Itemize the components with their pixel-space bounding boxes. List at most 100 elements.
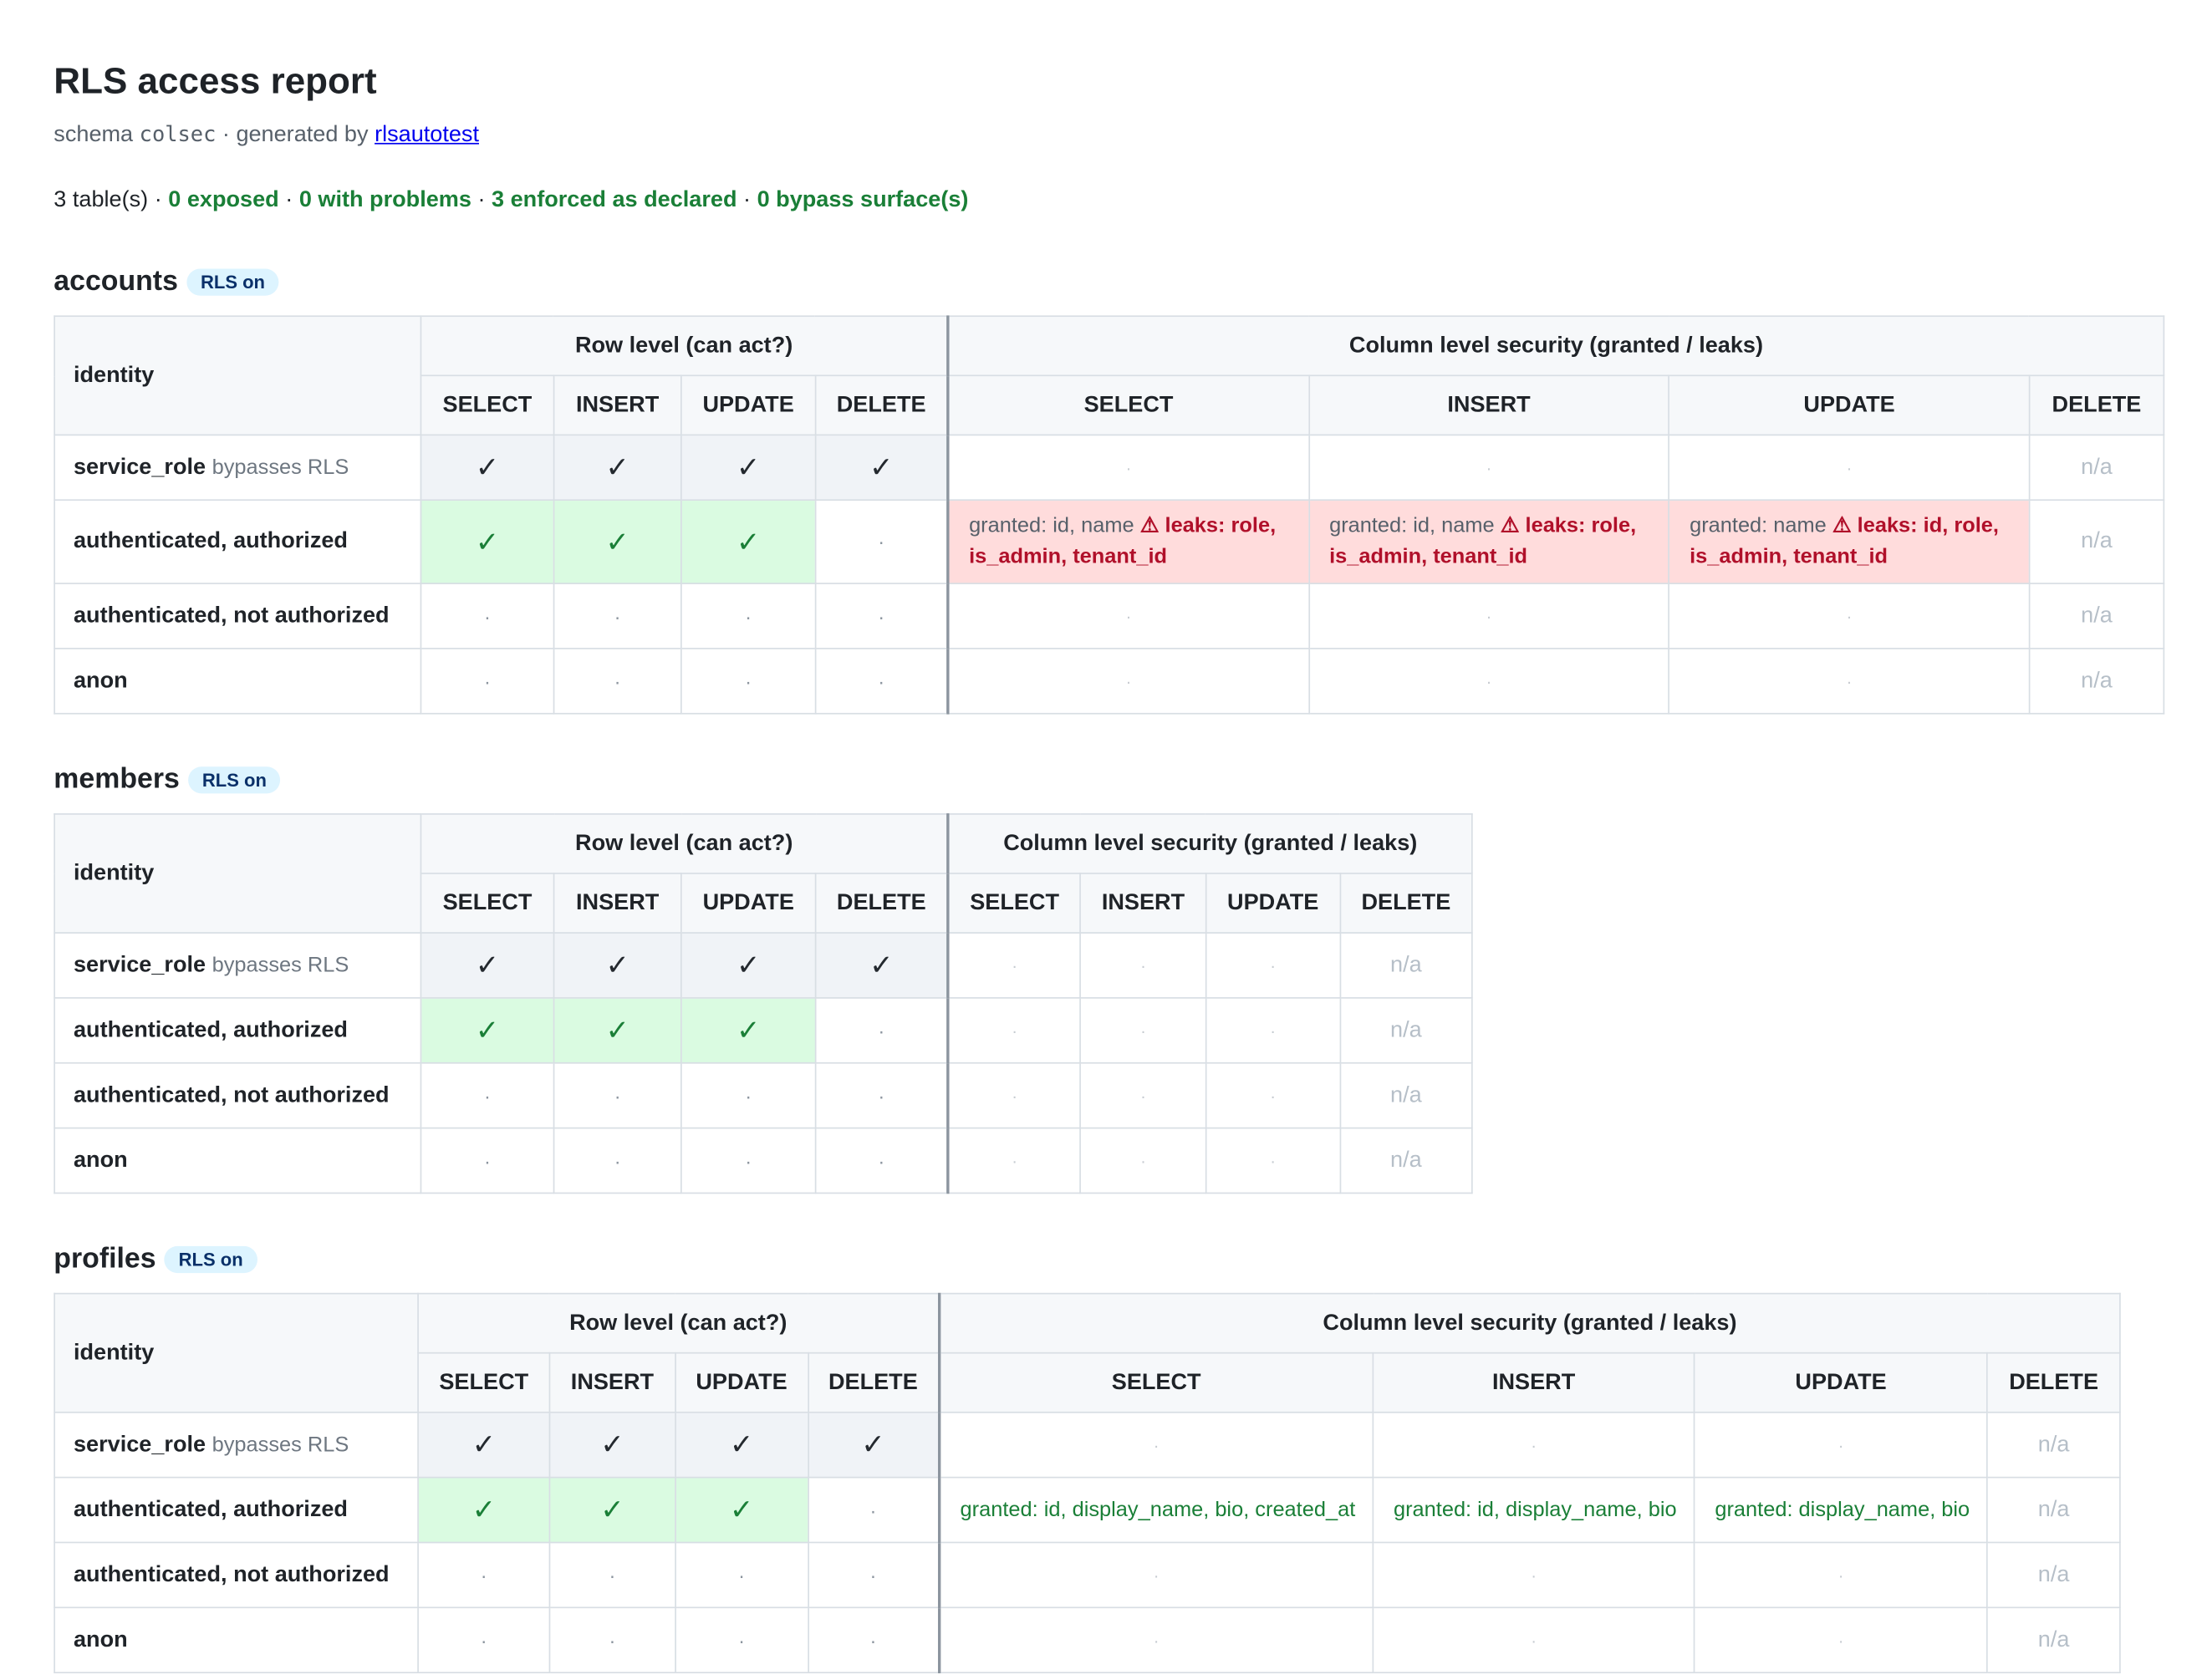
empty-cell: · — [420, 648, 555, 715]
identity-cell: authenticated, authorized — [54, 499, 422, 584]
na-cell: n/a — [2028, 583, 2165, 649]
empty-cell: · — [553, 1127, 682, 1194]
check-cell: ✓ — [680, 997, 817, 1064]
check-cell: ✓ — [814, 434, 950, 501]
empty-cell: · — [1693, 1606, 1989, 1673]
empty-cell: · — [807, 1541, 940, 1609]
check-cell: ✓ — [417, 1411, 551, 1479]
empty-cell: · — [680, 583, 817, 649]
row-level-header: Row level (can act?) — [417, 1292, 940, 1354]
check-cell: ✓ — [680, 932, 817, 999]
identity-cell: authenticated, not authorized — [54, 1541, 420, 1609]
check-cell: ✓ — [417, 1476, 551, 1544]
empty-cell: · — [548, 1541, 676, 1609]
identity-cell: anon — [54, 1606, 420, 1673]
leak-cell: granted: id, name ⚠ leaks: role, is_admi… — [1307, 499, 1670, 584]
generator-link[interactable]: rlsautotest — [375, 123, 479, 147]
empty-cell: · — [1079, 1127, 1207, 1194]
col-delete-header: DELETE — [1339, 873, 1473, 934]
empty-cell: · — [1668, 434, 2031, 501]
identity-cell: service_role bypasses RLS — [54, 1411, 420, 1479]
empty-cell: · — [938, 1606, 1374, 1673]
summary-bypass: 0 bypass surface(s) — [757, 188, 969, 212]
table-section-profiles: profiles RLS on — [54, 1242, 2207, 1276]
table-row: authenticated, not authorized · · · · · … — [54, 583, 2165, 649]
check-cell: ✓ — [674, 1476, 809, 1544]
summary-line: 3 table(s) · 0 exposed · 0 with problems… — [54, 186, 2207, 216]
table-row: service_role bypasses RLS ✓ ✓ ✓ ✓ · · · … — [54, 1411, 2121, 1479]
empty-cell: · — [680, 1127, 817, 1194]
empty-cell: · — [1372, 1541, 1695, 1609]
check-cell: ✓ — [420, 932, 555, 999]
identity-cell: service_role bypasses RLS — [54, 434, 422, 501]
check-cell: ✓ — [548, 1476, 676, 1544]
table-row: authenticated, authorized ✓ ✓ ✓ · grante… — [54, 499, 2165, 584]
empty-cell: · — [1668, 648, 2031, 715]
table-name: members — [54, 762, 180, 795]
empty-cell: · — [946, 434, 1310, 501]
na-cell: n/a — [1339, 1061, 1473, 1129]
summary-tables: 3 table(s) — [54, 188, 149, 212]
summary-separator: · — [154, 188, 162, 212]
summary-problems: 0 with problems — [298, 188, 471, 212]
table-row: authenticated, not authorized · · · · · … — [54, 1541, 2121, 1609]
row-delete-header: DELETE — [807, 1352, 940, 1413]
row-delete-header: DELETE — [814, 873, 950, 934]
table-name: profiles — [54, 1242, 156, 1274]
identity-header: identity — [54, 1292, 420, 1413]
empty-cell: · — [553, 583, 682, 649]
empty-cell: · — [814, 583, 950, 649]
empty-cell: · — [814, 1127, 950, 1194]
table-section-members: members RLS on — [54, 762, 2207, 797]
identity-cell: authenticated, not authorized — [54, 1061, 422, 1129]
empty-cell: · — [553, 648, 682, 715]
check-cell: ✓ — [680, 434, 817, 501]
empty-cell: · — [946, 932, 1082, 999]
empty-cell: · — [680, 1061, 817, 1129]
na-cell: n/a — [1986, 1411, 2121, 1479]
empty-cell: · — [1079, 1061, 1207, 1129]
table-row: service_role bypasses RLS ✓ ✓ ✓ ✓ · · · … — [54, 932, 1473, 999]
col-select-header: SELECT — [946, 374, 1310, 436]
empty-cell: · — [420, 583, 555, 649]
page-title: RLS access report — [54, 59, 377, 102]
identity-cell: anon — [54, 648, 422, 715]
identity-header: identity — [54, 315, 422, 436]
empty-cell: · — [946, 997, 1082, 1064]
rls-status-badge: RLS on — [186, 267, 279, 295]
empty-cell: · — [814, 648, 950, 715]
empty-cell: · — [814, 499, 950, 584]
summary-separator: · — [285, 188, 293, 212]
table-row: authenticated, authorized ✓ ✓ ✓ · grante… — [54, 1476, 2121, 1544]
access-matrix-accounts: identity Row level (can act?) Column lev… — [54, 315, 2165, 715]
empty-cell: · — [420, 1127, 555, 1194]
identity-cell: authenticated, authorized — [54, 997, 422, 1064]
row-update-header: UPDATE — [674, 1352, 809, 1413]
row-insert-header: INSERT — [553, 374, 682, 436]
summary-separator: · — [477, 188, 486, 212]
empty-cell: · — [420, 1061, 555, 1129]
row-select-header: SELECT — [417, 1352, 551, 1413]
check-cell: ✓ — [420, 499, 555, 584]
empty-cell: · — [938, 1541, 1374, 1609]
col-update-header: UPDATE — [1693, 1352, 1989, 1413]
empty-cell: · — [1307, 583, 1670, 649]
col-delete-header: DELETE — [2028, 374, 2165, 436]
table-row: authenticated, not authorized · · · · · … — [54, 1061, 1473, 1129]
na-cell: n/a — [2028, 499, 2165, 584]
report-page: RLS access report schema colsec · genera… — [0, 0, 2207, 1673]
summary-exposed: 0 exposed — [168, 188, 279, 212]
table-section-accounts: accounts RLS on — [54, 264, 2207, 298]
rls-status-badge: RLS on — [164, 1245, 257, 1273]
row-select-header: SELECT — [420, 374, 555, 436]
empty-cell: · — [938, 1411, 1374, 1479]
empty-cell: · — [946, 1061, 1082, 1129]
na-cell: n/a — [2028, 648, 2165, 715]
schema-prefix: schema — [54, 123, 134, 147]
empty-cell: · — [1079, 932, 1207, 999]
empty-cell: · — [814, 997, 950, 1064]
report-subtitle: schema colsec · generated by rlsautotest — [54, 119, 2207, 151]
empty-cell: · — [1693, 1411, 1989, 1479]
check-cell: ✓ — [553, 434, 682, 501]
empty-cell: · — [807, 1476, 940, 1544]
